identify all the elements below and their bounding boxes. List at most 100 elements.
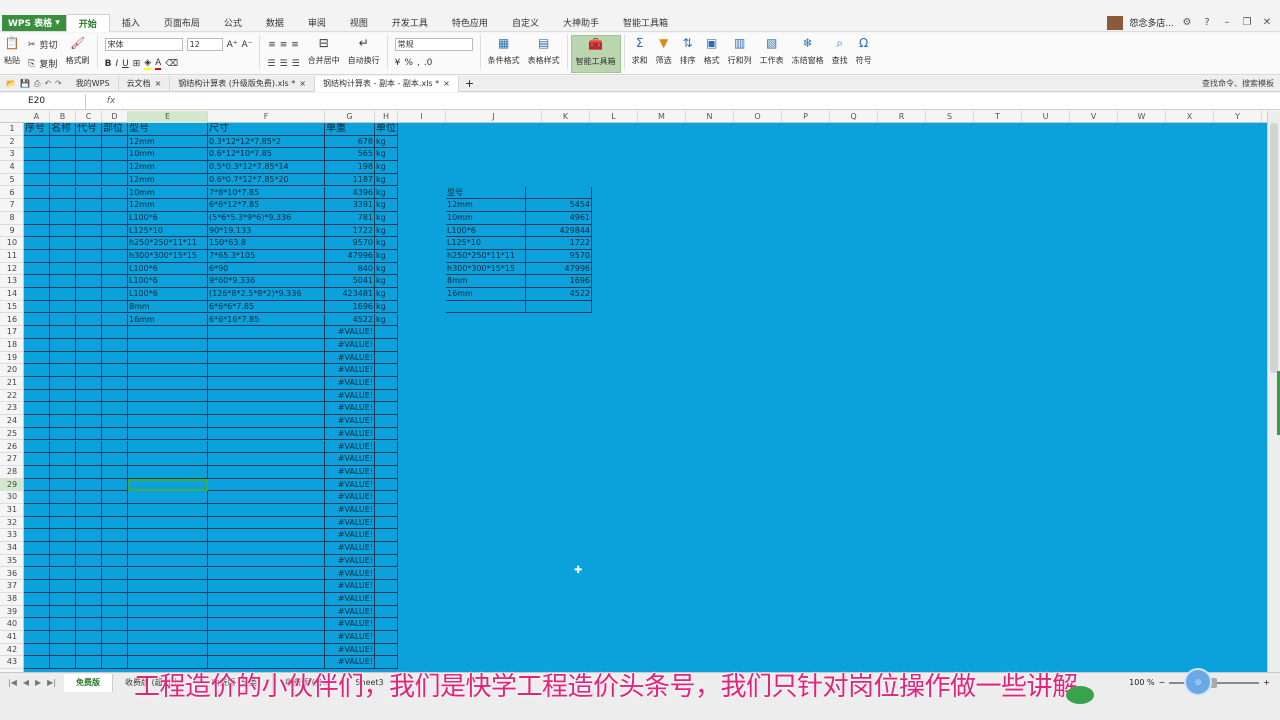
table-cell[interactable] — [128, 504, 208, 517]
table-cell[interactable] — [102, 186, 128, 200]
table-cell[interactable] — [50, 148, 76, 162]
table-cell[interactable] — [208, 516, 325, 530]
row-header[interactable]: 7 — [0, 199, 23, 212]
table-cell[interactable] — [76, 161, 102, 174]
table-cell[interactable] — [102, 656, 128, 670]
avatar[interactable] — [1107, 15, 1124, 30]
table-header-cell[interactable]: 尺寸 — [208, 123, 325, 136]
rowcol-button[interactable]: ▥ 行和列 — [724, 35, 756, 73]
column-header[interactable]: Q — [830, 111, 878, 123]
close-tab-icon[interactable]: × — [443, 79, 450, 88]
table-cell[interactable] — [50, 275, 76, 289]
table-cell[interactable] — [128, 427, 208, 441]
table-cell[interactable] — [76, 631, 102, 644]
table-cell[interactable]: kg — [375, 186, 398, 200]
next-sheet-icon[interactable]: ▶ — [35, 678, 41, 687]
error-cell[interactable]: #VALUE! — [325, 389, 375, 403]
column-header[interactable]: D — [102, 111, 128, 123]
table-cell[interactable] — [50, 161, 76, 174]
table-cell[interactable]: 12mm — [128, 173, 208, 187]
border-icon[interactable]: ⊞ — [133, 59, 141, 69]
table-cell[interactable]: kg — [375, 173, 398, 187]
table-cell[interactable] — [375, 554, 398, 568]
table-cell[interactable] — [76, 465, 102, 479]
table-cell[interactable] — [375, 529, 398, 543]
first-sheet-icon[interactable]: |◀ — [8, 678, 17, 687]
table-cell[interactable]: kg — [375, 211, 398, 225]
worksheet-button[interactable]: ▧ 工作表 — [756, 35, 788, 73]
table-cell[interactable] — [128, 643, 208, 657]
table-cell[interactable] — [24, 211, 50, 225]
column-header[interactable]: M — [638, 111, 686, 123]
fx-icon[interactable]: fx — [86, 96, 136, 106]
table-cell[interactable] — [102, 199, 128, 212]
table-cell[interactable] — [208, 351, 325, 365]
table-cell[interactable] — [102, 313, 128, 327]
table-cell[interactable] — [24, 656, 50, 670]
table-cell[interactable] — [375, 389, 398, 403]
row-header[interactable]: 22 — [0, 390, 23, 403]
table-cell[interactable] — [24, 427, 50, 441]
formula-input[interactable] — [136, 94, 1280, 109]
row-header[interactable]: 39 — [0, 606, 23, 619]
table-cell[interactable]: 10mm — [446, 211, 526, 225]
error-cell[interactable]: #VALUE! — [325, 580, 375, 593]
table-cell[interactable]: 10mm — [128, 186, 208, 200]
table-cell[interactable] — [208, 402, 325, 416]
table-cell[interactable] — [76, 542, 102, 555]
font-name-select[interactable]: 宋体 — [104, 38, 183, 51]
table-cell[interactable] — [102, 262, 128, 276]
table-cell[interactable] — [208, 631, 325, 644]
table-cell[interactable]: 8mm — [128, 300, 208, 314]
error-cell[interactable]: #VALUE! — [325, 491, 375, 504]
table-cell[interactable]: kg — [375, 148, 398, 162]
table-cell[interactable]: 12mm — [446, 199, 526, 212]
table-cell[interactable] — [50, 237, 76, 250]
table-cell[interactable] — [76, 478, 102, 492]
table-cell[interactable] — [24, 300, 50, 314]
table-cell[interactable]: 198 — [325, 161, 375, 174]
table-cell[interactable] — [128, 364, 208, 377]
table-cell[interactable] — [102, 389, 128, 403]
column-header[interactable]: R — [878, 111, 926, 123]
table-cell[interactable] — [102, 440, 128, 454]
table-cell[interactable]: L100*6 — [128, 275, 208, 289]
table-cell[interactable]: 1696 — [325, 300, 375, 314]
row-header[interactable]: 38 — [0, 593, 23, 606]
table-cell[interactable] — [76, 402, 102, 416]
error-cell[interactable]: #VALUE! — [325, 326, 375, 339]
settings-icon[interactable]: ⚙ — [1180, 17, 1194, 28]
bold-icon[interactable]: B — [105, 59, 112, 69]
table-cell[interactable] — [375, 592, 398, 606]
table-cell[interactable] — [24, 440, 50, 454]
table-cell[interactable] — [208, 580, 325, 593]
table-cell[interactable] — [76, 237, 102, 250]
column-header[interactable]: B — [50, 111, 76, 123]
table-cell[interactable] — [208, 465, 325, 479]
minimize-icon[interactable]: – — [1220, 17, 1234, 28]
table-cell[interactable]: 3391 — [325, 199, 375, 212]
column-header[interactable]: S — [926, 111, 974, 123]
table-cell[interactable] — [102, 580, 128, 593]
error-cell[interactable]: #VALUE! — [325, 427, 375, 441]
column-header[interactable]: F — [208, 111, 325, 123]
table-cell[interactable] — [24, 618, 50, 631]
table-cell[interactable] — [24, 491, 50, 504]
row-header[interactable]: 35 — [0, 555, 23, 568]
error-cell[interactable]: #VALUE! — [325, 504, 375, 517]
table-cell[interactable]: h300*300*15*15 — [128, 250, 208, 263]
shrink-font-icon[interactable]: A⁻ — [241, 40, 252, 50]
row-header[interactable]: 17 — [0, 326, 23, 339]
table-cell[interactable] — [50, 567, 76, 581]
table-cell[interactable] — [375, 478, 398, 492]
table-cell[interactable] — [50, 415, 76, 428]
table-cell[interactable] — [208, 389, 325, 403]
table-cell[interactable] — [50, 491, 76, 504]
table-cell[interactable] — [128, 567, 208, 581]
name-box[interactable]: E20 — [0, 93, 86, 109]
table-cell[interactable] — [76, 453, 102, 466]
row-header[interactable]: 31 — [0, 504, 23, 517]
table-cell[interactable] — [50, 580, 76, 593]
table-cell[interactable] — [208, 554, 325, 568]
table-cell[interactable]: 0.6*0.7*12*7.85*20 — [208, 173, 325, 187]
